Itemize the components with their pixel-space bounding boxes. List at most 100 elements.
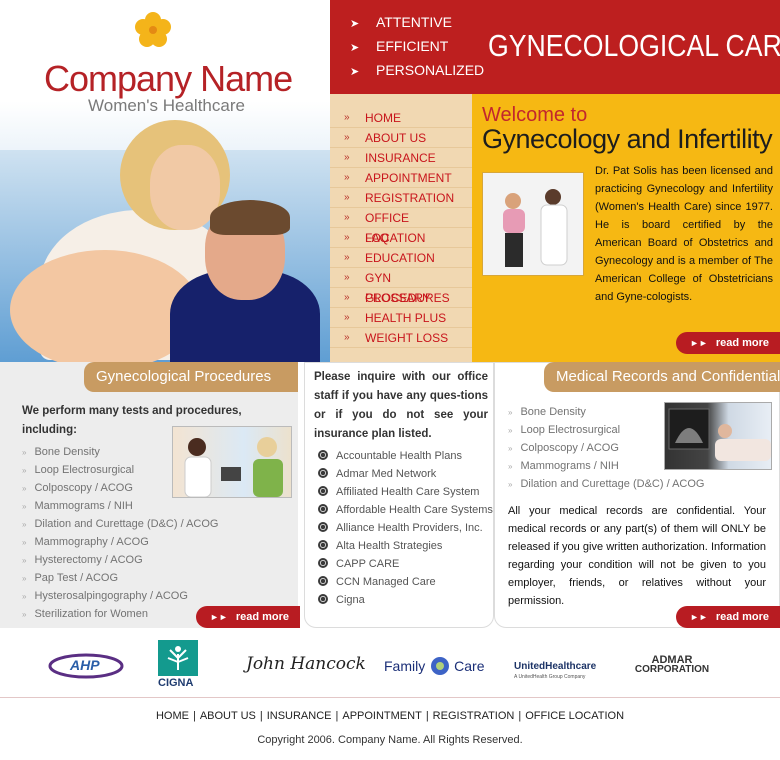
welcome-subtitle: Gynecology and Infertility: [482, 124, 773, 154]
insurance-plan-item[interactable]: CCN Managed Care: [318, 576, 436, 588]
records-item[interactable]: » Loop Electrosurgical: [508, 424, 620, 436]
admar-logo[interactable]: ADMAR CORPORATION: [632, 654, 712, 675]
nav-appointment[interactable]: » APPOINTMENT: [330, 168, 472, 188]
bullet-icon: »: [22, 574, 27, 583]
nav-arrow-icon: »: [344, 312, 350, 323]
nav-gyn-procedures[interactable]: » GYN PROCEDURES: [330, 268, 472, 305]
ahp-logo[interactable]: AHP: [48, 652, 124, 680]
procedure-item[interactable]: » Sterilization for Women: [22, 608, 148, 620]
nav-faq[interactable]: » FAQ: [330, 228, 472, 248]
bullet-icon: »: [22, 484, 27, 493]
value-efficient: ➤ EFFICIENT: [350, 38, 449, 54]
nav-education[interactable]: » EDUCATION: [330, 248, 472, 268]
main-nav: » HOME » ABOUT US » INSURANCE » APPOINTMENT …: [330, 94, 472, 362]
double-arrow-icon: ►►: [690, 612, 708, 622]
bullet-icon: »: [508, 480, 513, 489]
company-tagline: Women's Healthcare: [88, 96, 245, 115]
radio-bullet-icon: [318, 576, 328, 586]
copyright-text: Copyright 2006. Company Name. All Rights…: [257, 734, 523, 746]
united-healthcare-logo[interactable]: UnitedHealthcare A UnitedHealth Group Co…: [514, 656, 596, 680]
footer-link-about-us[interactable]: ABOUT US: [200, 710, 256, 722]
insurance-plan-item[interactable]: Alta Health Strategies: [318, 540, 442, 552]
nav-arrow-icon: »: [344, 272, 350, 283]
bullet-icon: »: [22, 466, 27, 475]
bullet-icon: »: [508, 462, 513, 471]
radio-bullet-icon: [318, 468, 328, 478]
cigna-logo[interactable]: CIGNA: [158, 640, 202, 692]
arrow-icon: ➤: [350, 66, 360, 78]
procedure-item[interactable]: » Bone Density: [22, 446, 100, 458]
insurance-plan-item[interactable]: Cigna: [318, 594, 365, 606]
nav-weight-loss[interactable]: » WEIGHT LOSS: [330, 328, 472, 348]
nav-arrow-icon: »: [344, 112, 350, 123]
footer-link-appointment[interactable]: APPOINTMENT: [342, 710, 421, 722]
insurance-plan-item[interactable]: Admar Med Network: [318, 468, 436, 480]
insurance-plan-item[interactable]: CAPP CARE: [318, 558, 399, 570]
nav-arrow-icon: »: [344, 292, 350, 303]
doctor-patient-photo: [482, 172, 584, 276]
footer-divider: [0, 697, 780, 698]
double-arrow-icon: ►►: [210, 612, 228, 622]
double-arrow-icon: ►►: [690, 338, 708, 348]
radio-bullet-icon: [318, 594, 328, 604]
insurance-plan-item[interactable]: Accountable Health Plans: [318, 450, 462, 462]
nav-insurance[interactable]: » INSURANCE: [330, 148, 472, 168]
procedure-item[interactable]: » Colposcopy / ACOG: [22, 482, 133, 494]
family-care-logo[interactable]: Family Care: [384, 656, 488, 678]
insurance-plan-item[interactable]: Alliance Health Providers, Inc.: [318, 522, 483, 534]
insurance-plan-item[interactable]: Affordable Health Care Systems: [318, 504, 493, 516]
brand-title: GYNECOLOGICAL CARE: [488, 28, 780, 63]
radio-bullet-icon: [318, 522, 328, 532]
nav-arrow-icon: »: [344, 212, 350, 223]
records-item[interactable]: » Bone Density: [508, 406, 586, 418]
nav-arrow-icon: »: [344, 192, 350, 203]
procedure-item[interactable]: » Hysterectomy / ACOG: [22, 554, 143, 566]
nav-glossary[interactable]: » GLOSSARY: [330, 288, 472, 308]
procedure-item[interactable]: » Pap Test / ACOG: [22, 572, 118, 584]
procedure-item[interactable]: » Dilation and Curettage (D&C) / ACOG: [22, 518, 218, 530]
insurance-intro: Please inquire with our office staff if …: [314, 371, 488, 440]
nav-registration[interactable]: » REGISTRATION: [330, 188, 472, 208]
nav-home[interactable]: » HOME: [330, 108, 472, 128]
welcome-read-more-button[interactable]: ►► read more: [676, 332, 780, 354]
arrow-icon: ➤: [350, 42, 360, 54]
radio-bullet-icon: [318, 504, 328, 514]
records-body: All your medical records are confidentia…: [508, 505, 766, 607]
bullet-icon: »: [22, 610, 27, 619]
footer-link-registration[interactable]: REGISTRATION: [433, 710, 515, 722]
company-name: Company Name: [44, 58, 293, 99]
nav-office-location[interactable]: » OFFICE LOCATION: [330, 208, 472, 245]
nav-arrow-icon: »: [344, 332, 350, 343]
bullet-icon: »: [22, 592, 27, 601]
nav-arrow-icon: »: [344, 232, 350, 243]
bullet-icon: »: [22, 448, 27, 457]
nav-health-plus[interactable]: » HEALTH PLUS: [330, 308, 472, 328]
procedure-item[interactable]: » Loop Electrosurgical: [22, 464, 134, 476]
bullet-icon: »: [22, 502, 27, 511]
john-hancock-logo[interactable]: John Hancock: [246, 654, 366, 674]
flower-logo-icon: [135, 12, 171, 47]
records-read-more-button[interactable]: ►► read more: [676, 606, 780, 628]
hero-man-hair: [210, 200, 290, 235]
nav-arrow-icon: »: [344, 172, 350, 183]
records-item[interactable]: » Mammograms / NIH: [508, 460, 619, 472]
footer-nav: HOME | ABOUT US | INSURANCE | APPOINTMENT | REGI…: [155, 710, 625, 722]
bullet-icon: »: [508, 426, 513, 435]
nav-arrow-icon: »: [344, 152, 350, 163]
radio-bullet-icon: [318, 558, 328, 568]
nav-arrow-icon: »: [344, 252, 350, 263]
footer-link-office-location[interactable]: OFFICE LOCATION: [525, 710, 624, 722]
procedure-item[interactable]: » Mammography / ACOG: [22, 536, 149, 548]
footer-link-insurance[interactable]: INSURANCE: [267, 710, 332, 722]
procedure-item[interactable]: » Mammograms / NIH: [22, 500, 133, 512]
records-item[interactable]: » Colposcopy / ACOG: [508, 442, 619, 454]
hero-photo: [0, 0, 330, 362]
nav-arrow-icon: »: [344, 132, 350, 143]
insurance-plan-item[interactable]: Affiliated Health Care System: [318, 486, 479, 498]
procedure-item[interactable]: » Hysterosalpingography / ACOG: [22, 590, 188, 602]
value-attentive: ➤ ATTENTIVE: [350, 14, 452, 30]
footer-link-home[interactable]: HOME: [156, 710, 189, 722]
nav-about-us[interactable]: » ABOUT US: [330, 128, 472, 148]
records-item[interactable]: » Dilation and Curettage (D&C) / ACOG: [508, 478, 704, 490]
procedures-read-more-button[interactable]: ►► read more: [196, 606, 300, 628]
